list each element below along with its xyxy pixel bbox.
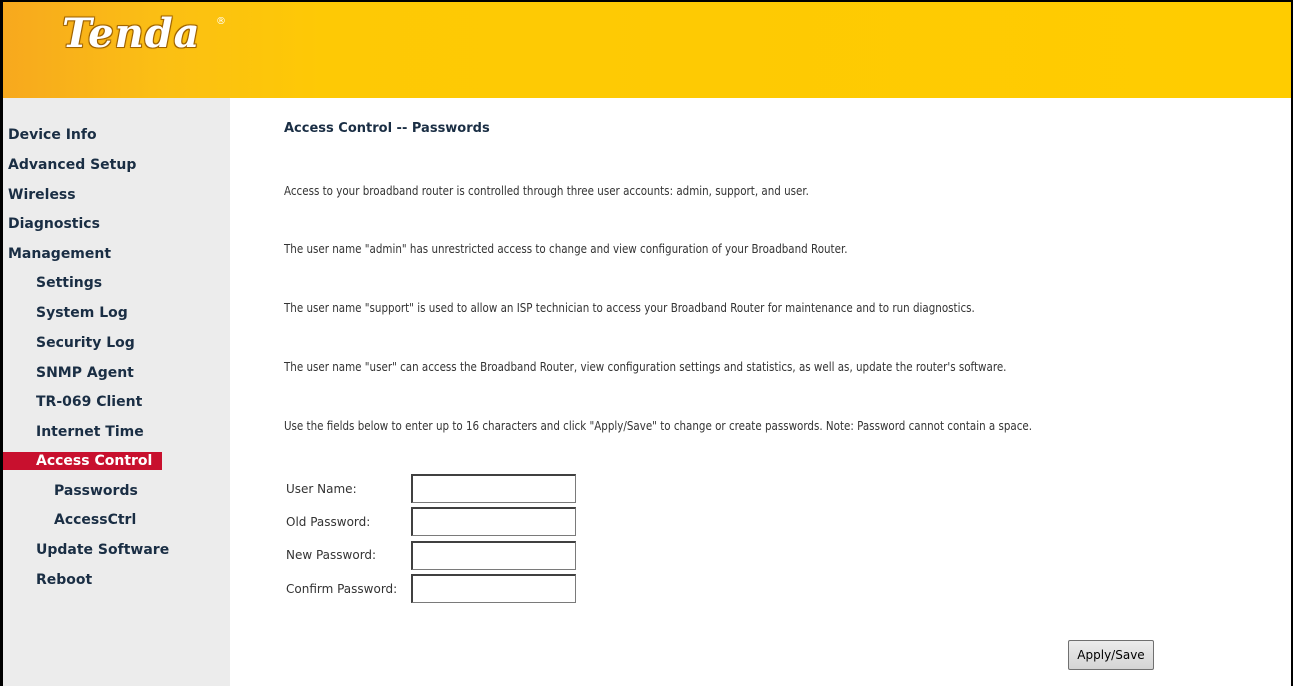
window-frame xyxy=(0,0,1293,686)
